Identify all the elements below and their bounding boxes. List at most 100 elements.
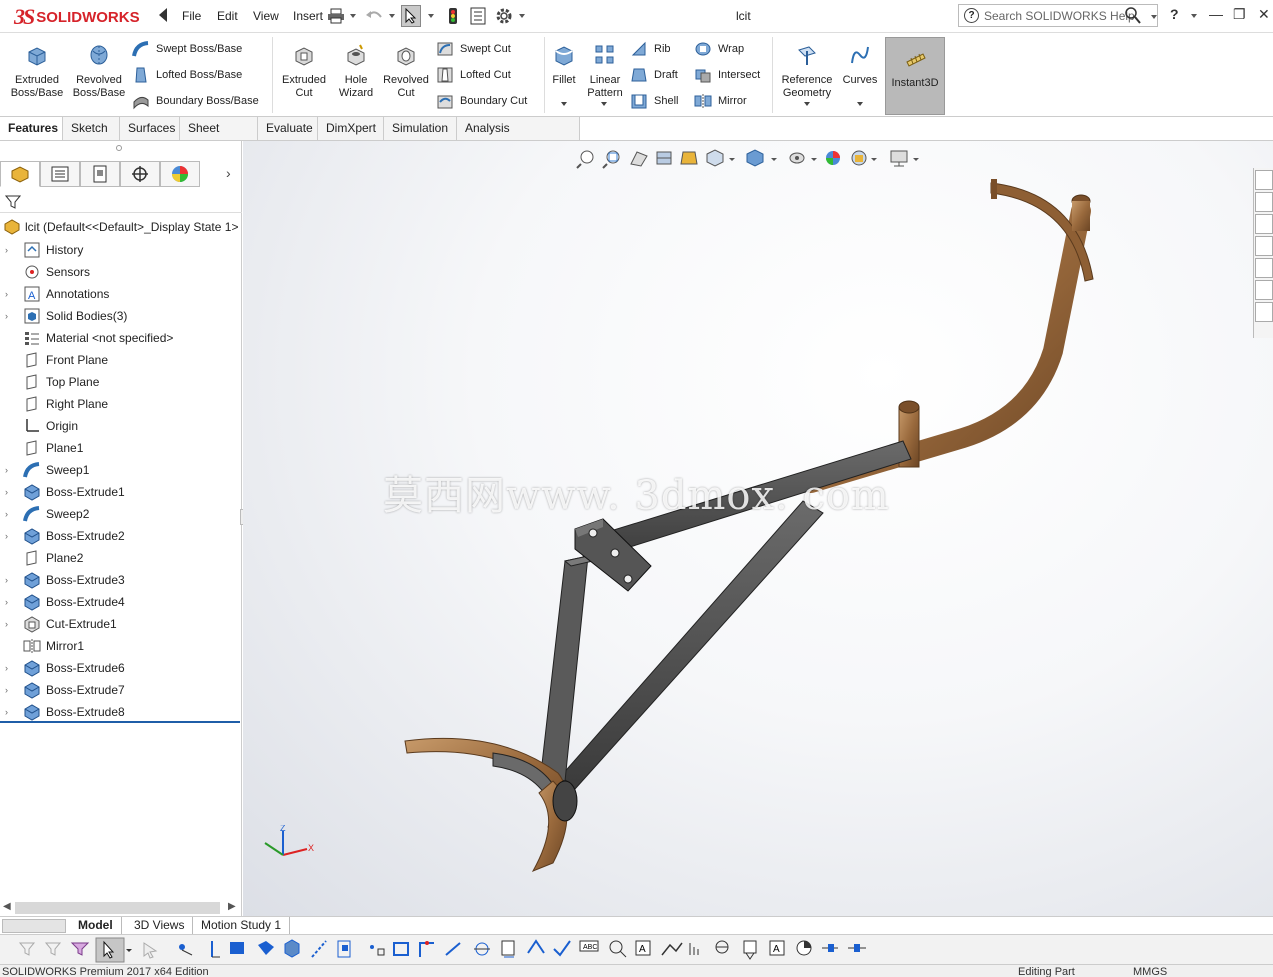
filter-notes-icon[interactable]: ABC [579,940,599,952]
tree-item[interactable]: Plane2 [0,547,240,569]
tree-item[interactable]: › Boss-Extrude7 [0,679,240,701]
configuration-manager-tab[interactable] [80,161,120,187]
extruded-boss-button[interactable]: Extruded Boss/Base [8,43,66,100]
reference-geometry-dropdown-icon[interactable] [804,102,810,106]
instant3d-button[interactable]: Instant3D [885,37,945,115]
scroll-right-icon[interactable]: ▶ [228,901,236,912]
fillet-dropdown-icon[interactable] [561,102,567,106]
display-manager-tab[interactable] [160,161,200,187]
filter-centerline-icon[interactable] [474,942,490,956]
scroll-left-icon[interactable]: ◀ [3,901,11,912]
tab-sketch[interactable]: Sketch [63,117,120,140]
expand-chevron-icon[interactable]: › [5,619,15,629]
property-manager-tab[interactable] [40,161,80,187]
filter-dimensions-icon[interactable] [501,940,515,958]
expand-chevron-icon[interactable]: › [5,663,15,673]
tree-item[interactable]: › Boss-Extrude6 [0,657,240,679]
shell-button[interactable]: Shell [630,91,678,111]
intersect-button[interactable]: Intersect [694,65,760,85]
menu-collapse-icon[interactable] [159,8,167,22]
menu-edit[interactable]: Edit [217,9,238,23]
tree-item[interactable]: › Boss-Extrude3 [0,569,240,591]
lofted-cut-button[interactable]: Lofted Cut [436,65,511,85]
select-dropdown-icon[interactable] [428,14,434,18]
filter-mesh-icon[interactable] [848,944,866,952]
filter-midpoints-icon[interactable] [419,941,434,957]
filter-balloons-icon[interactable] [609,940,627,958]
filter-weld-symbols-icon[interactable]: A [635,940,651,956]
undo-icon[interactable] [364,6,384,26]
view-palette-icon[interactable] [1255,236,1273,256]
linear-pattern-button[interactable]: Linear Pattern [584,43,626,100]
undo-dropdown-icon[interactable] [389,14,395,18]
draft-button[interactable]: Draft [630,65,678,85]
filter-vertices-icon[interactable] [179,944,193,956]
solidworks-resources-icon[interactable] [1255,170,1273,190]
tree-item[interactable]: › A Annotations [0,283,240,305]
rebuild-icon[interactable] [443,6,463,26]
status-units[interactable]: MMGS [1133,966,1167,977]
tree-item[interactable]: › Cut-Extrude1 [0,613,240,635]
tree-item[interactable]: Front Plane [0,349,240,371]
tab-navigation-buttons[interactable] [2,919,66,933]
select-dropdown-icon[interactable] [126,949,132,952]
expand-chevron-icon[interactable]: › [5,465,15,475]
model-3d-view[interactable] [243,141,1253,916]
curves-dropdown-icon[interactable] [857,102,863,106]
filter-datum-targets-icon[interactable] [661,942,683,956]
menu-file[interactable]: File [182,9,201,23]
filter-axes-icon[interactable] [311,940,327,958]
filter-surface-finish-icon[interactable] [527,939,545,954]
filter-geometric-tolerance-icon[interactable] [553,940,571,957]
filter-cosmetic-threads-icon[interactable] [689,943,699,955]
mirror-button[interactable]: Mirror [694,91,747,111]
filter-surface-bodies-icon[interactable] [258,941,274,955]
options-dropdown-icon[interactable] [519,14,525,18]
select-other-icon[interactable] [143,942,158,959]
menu-insert[interactable]: Insert [293,9,323,23]
fillet-button[interactable]: Fillet [548,43,580,87]
filter-spring-points-icon[interactable] [822,944,838,952]
options-gear-icon[interactable] [494,6,514,26]
tree-item[interactable]: › Boss-Extrude4 [0,591,240,613]
search-dropdown-icon[interactable] [1151,15,1157,19]
expand-chevron-icon[interactable]: › [5,509,15,519]
filter-icon[interactable] [5,194,21,210]
tree-item[interactable]: › Boss-Extrude2 [0,525,240,547]
menu-view[interactable]: View [253,9,279,23]
tree-item[interactable]: › Sweep1 [0,459,240,481]
search-icon[interactable] [1125,7,1141,28]
tab-3d-views[interactable]: 3D Views [126,917,194,934]
lofted-boss-button[interactable]: Lofted Boss/Base [132,65,242,85]
panel-grip-icon[interactable] [116,145,122,151]
tabs-scroll-right-icon[interactable]: › [226,165,231,181]
tree-item[interactable]: › History [0,239,240,261]
tree-item[interactable]: Mirror1 [0,635,240,657]
tree-item[interactable]: Material <not specified> [0,327,240,349]
dimxpert-manager-tab[interactable] [120,161,160,187]
tab-sheet-metal[interactable]: Sheet Metal [180,117,258,157]
filter-clear-icon[interactable] [44,942,62,956]
print-icon[interactable] [326,6,346,26]
extruded-cut-button[interactable]: Extruded Cut [276,43,332,100]
tab-surfaces[interactable]: Surfaces [120,117,180,140]
tree-item[interactable]: Top Plane [0,371,240,393]
print-dropdown-icon[interactable] [350,14,356,18]
filter-dowel-pins-icon[interactable] [743,940,757,960]
revolved-boss-button[interactable]: Revolved Boss/Base [70,43,128,100]
linear-pattern-dropdown-icon[interactable] [601,102,607,106]
tree-root-part[interactable]: lcit (Default<<Default>_Display State 1> [3,217,238,237]
expand-chevron-icon[interactable]: › [5,707,15,717]
filter-sketch-points-icon[interactable] [370,945,385,956]
swept-boss-button[interactable]: Swept Boss/Base [132,39,242,59]
tree-item[interactable]: Sensors [0,261,240,283]
solidworks-logo[interactable]: 3S SOLIDWORKS [14,4,140,29]
filter-all-icon[interactable] [70,942,90,956]
scroll-thumb[interactable] [15,902,220,914]
curves-button[interactable]: Curves [840,43,880,87]
tab-motion-study[interactable]: Motion Study 1 [193,917,291,934]
filter-planes-icon[interactable] [337,940,351,958]
swept-cut-button[interactable]: Swept Cut [436,39,511,59]
appearances-icon[interactable] [1255,258,1273,278]
tab-analysis-preparation[interactable]: Analysis Preparation [457,117,580,157]
